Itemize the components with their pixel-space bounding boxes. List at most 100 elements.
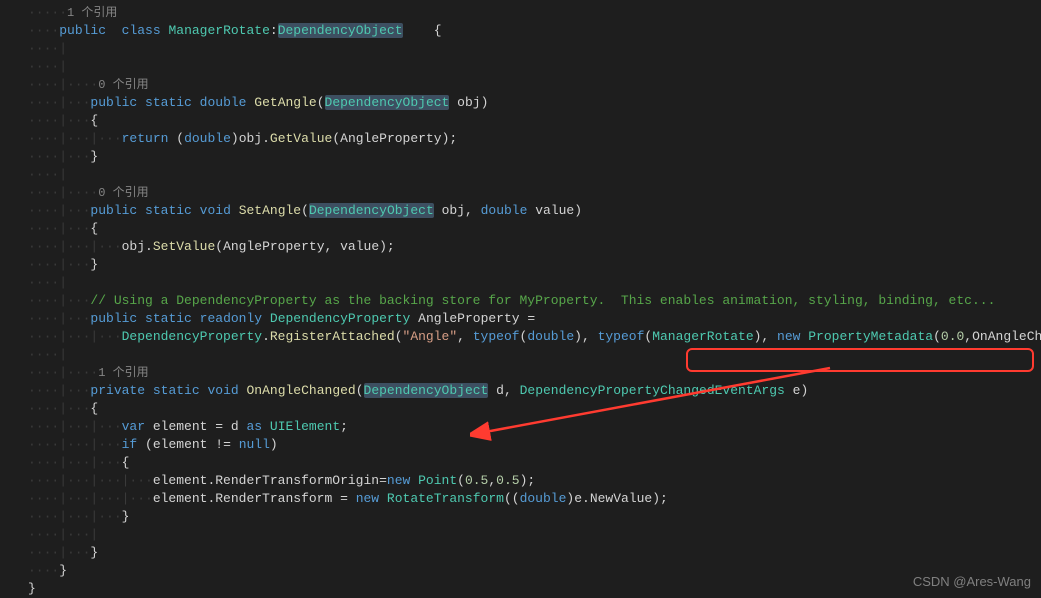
keyword: double (481, 203, 528, 218)
param: value (535, 203, 574, 218)
code-line[interactable]: ····|···// Using a DependencyProperty as… (8, 292, 1041, 310)
keyword: static (153, 383, 200, 398)
param: d (496, 383, 504, 398)
keyword: public (90, 95, 137, 110)
keyword: static (145, 203, 192, 218)
type-name: DependencyObject (325, 95, 450, 110)
identifier: OnAngleChanged (972, 329, 1041, 344)
code-line[interactable]: ····| (8, 346, 1041, 364)
identifier: element (153, 473, 208, 488)
keyword: as (247, 419, 263, 434)
method-name: SetAngle (239, 203, 301, 218)
code-line[interactable]: ····|···public static readonly Dependenc… (8, 310, 1041, 328)
identifier: RenderTransformOrigin (215, 473, 379, 488)
identifier: element (153, 419, 208, 434)
type-name: DependencyObject (364, 383, 489, 398)
keyword: new (387, 473, 410, 488)
string-literal: "Angle" (403, 329, 458, 344)
codelens-ref[interactable]: 1 个引用 (98, 366, 148, 380)
codelens-ref[interactable]: 1 个引用 (67, 6, 117, 20)
keyword: return (122, 131, 169, 146)
code-line[interactable]: ····| (8, 58, 1041, 76)
identifier: d (231, 419, 239, 434)
keyword: static (145, 95, 192, 110)
keyword: typeof (598, 329, 645, 344)
identifier: AngleProperty (418, 311, 519, 326)
code-line[interactable]: ····|···|···obj.SetValue(AngleProperty, … (8, 238, 1041, 256)
type-name: DependencyProperty (122, 329, 262, 344)
number: 0.5 (465, 473, 488, 488)
code-line[interactable]: ····|···} (8, 544, 1041, 562)
code-line[interactable]: ····|···|···var element = d as UIElement… (8, 418, 1041, 436)
identifier: NewValue (590, 491, 652, 506)
keyword: double (527, 329, 574, 344)
keyword: if (122, 437, 138, 452)
code-line[interactable]: ····|···private static void OnAngleChang… (8, 382, 1041, 400)
number: 0.5 (496, 473, 519, 488)
type-name: DependencyProperty (270, 311, 410, 326)
type-name: ManagerRotate (168, 23, 269, 38)
comment: // Using a DependencyProperty as the bac… (90, 293, 995, 308)
code-line[interactable]: ····|···| (8, 526, 1041, 544)
codelens-ref[interactable]: 0 个引用 (98, 78, 148, 92)
code-line[interactable]: ····|···|···return (double)obj.GetValue(… (8, 130, 1041, 148)
code-line[interactable]: ····|···public static double GetAngle(De… (8, 94, 1041, 112)
code-line[interactable]: ····|···{ (8, 220, 1041, 238)
codelens-line: ····|····0 个引用 (8, 76, 1041, 94)
code-line[interactable]: ····|···{ (8, 400, 1041, 418)
code-line[interactable]: ····|···|···DependencyProperty.RegisterA… (8, 328, 1041, 346)
method-name: RegisterAttached (270, 329, 395, 344)
method-name: SetValue (153, 239, 215, 254)
type-name: Point (418, 473, 457, 488)
code-line[interactable]: ····|···|···|···element.RenderTransformO… (8, 472, 1041, 490)
keyword: public (90, 311, 137, 326)
codelens-line: ····|····0 个引用 (8, 184, 1041, 202)
param: obj (442, 203, 465, 218)
keyword: void (200, 203, 231, 218)
code-line[interactable]: ····| (8, 40, 1041, 58)
keyword: var (122, 419, 145, 434)
codelens-line: ····|····1 个引用 (8, 364, 1041, 382)
keyword: new (777, 329, 800, 344)
identifier: AngleProperty (223, 239, 324, 254)
codelens-line: ·····1 个引用 (8, 4, 1041, 22)
code-line[interactable]: ····|···|···if (element != null) (8, 436, 1041, 454)
code-line[interactable]: ····| (8, 166, 1041, 184)
keyword: class (122, 23, 161, 38)
watermark: CSDN @Ares-Wang (913, 574, 1031, 589)
code-line[interactable]: ····|···public static void SetAngle(Depe… (8, 202, 1041, 220)
code-line[interactable]: ····} (8, 562, 1041, 580)
identifier: e (574, 491, 582, 506)
type-name: DependencyPropertyChangedEventArgs (520, 383, 785, 398)
code-line[interactable]: ····|···|···{ (8, 454, 1041, 472)
code-line[interactable]: ····|···|···} (8, 508, 1041, 526)
code-line[interactable]: ····|···|···|···element.RenderTransform … (8, 490, 1041, 508)
keyword: private (90, 383, 145, 398)
identifier: obj (122, 239, 145, 254)
keyword: double (200, 95, 247, 110)
keyword: double (184, 131, 231, 146)
code-line[interactable]: ····|···} (8, 256, 1041, 274)
param: obj (457, 95, 480, 110)
code-line[interactable]: ····|···{ (8, 112, 1041, 130)
keyword: typeof (473, 329, 520, 344)
keyword: public (59, 23, 106, 38)
type-name: RotateTransform (387, 491, 504, 506)
code-editor[interactable]: ·····1 个引用 ····public class ManagerRotat… (0, 0, 1041, 598)
type-name: DependencyObject (278, 23, 403, 38)
type-name: DependencyObject (309, 203, 434, 218)
number: 0.0 (941, 329, 964, 344)
type-name: UIElement (270, 419, 340, 434)
code-line[interactable]: ····| (8, 274, 1041, 292)
identifier: value (340, 239, 379, 254)
identifier: obj (239, 131, 262, 146)
identifier: RenderTransform (215, 491, 332, 506)
keyword: public (90, 203, 137, 218)
code-line[interactable]: } (8, 580, 1041, 598)
code-line[interactable]: ····|···} (8, 148, 1041, 166)
method-name: GetAngle (254, 95, 316, 110)
codelens-ref[interactable]: 0 个引用 (98, 186, 148, 200)
type-name: ManagerRotate (652, 329, 753, 344)
identifier: element (153, 437, 208, 452)
code-line[interactable]: ····public class ManagerRotate:Dependenc… (8, 22, 1041, 40)
